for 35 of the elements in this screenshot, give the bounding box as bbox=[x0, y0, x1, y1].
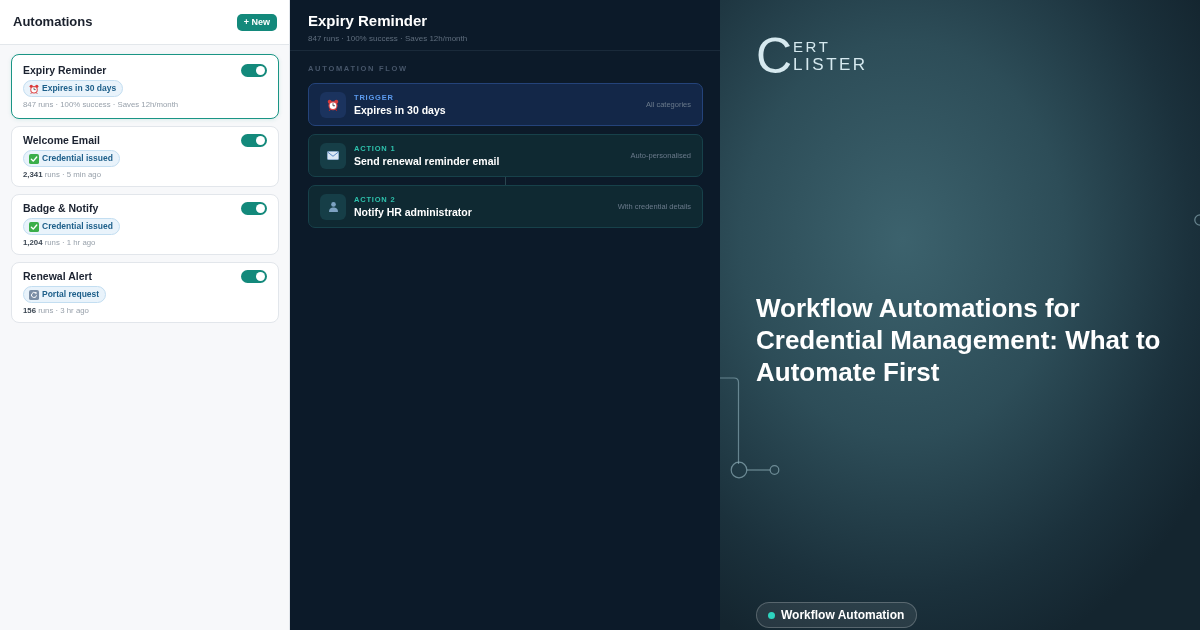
toggle-switch[interactable] bbox=[241, 133, 267, 147]
hero-title: Workflow Automations for Credential Management: What to Automate First bbox=[756, 292, 1161, 388]
step-title: Send renewal reminder email bbox=[354, 154, 500, 168]
tag-label: Credential issued bbox=[42, 221, 113, 232]
circuit-connector-drawing bbox=[730, 461, 780, 479]
tag-label: Portal request bbox=[42, 289, 100, 300]
tag-label: Credential issued bbox=[42, 153, 113, 164]
automation-title: Expiry Reminder bbox=[308, 12, 428, 30]
automation-name: Badge & Notify bbox=[23, 201, 99, 215]
person-icon bbox=[320, 193, 346, 220]
logo-letter: C bbox=[756, 34, 793, 78]
new-button[interactable]: + New bbox=[236, 13, 277, 31]
toggle-switch[interactable] bbox=[241, 269, 267, 283]
logo-lower-text: LISTER bbox=[793, 55, 868, 74]
sidebar-title: Automations bbox=[13, 14, 93, 29]
envelope-icon bbox=[320, 142, 346, 169]
check-box-icon bbox=[29, 153, 39, 164]
logo-upper-text: ERT bbox=[793, 38, 832, 55]
step-title: Expires in 30 days bbox=[354, 103, 446, 117]
automation-stats: 847 runs · 100% success · Saves 12h/month bbox=[308, 33, 468, 44]
automation-name: Welcome Email bbox=[23, 133, 100, 147]
circuit-ring-drawing bbox=[1192, 214, 1200, 226]
toggle-switch[interactable] bbox=[241, 201, 267, 215]
status-dot-icon bbox=[768, 611, 775, 619]
refresh-icon bbox=[29, 289, 39, 300]
alarm-clock-icon bbox=[320, 91, 346, 118]
step-title: Notify HR administrator bbox=[354, 205, 472, 219]
connector-line bbox=[505, 177, 506, 185]
alarm-clock-icon bbox=[29, 83, 39, 94]
tag-label: Expires in 30 days bbox=[42, 83, 117, 94]
badge-label: Workflow Automation bbox=[781, 608, 905, 622]
toggle-switch[interactable] bbox=[241, 63, 267, 77]
automation-name: Renewal Alert bbox=[23, 269, 93, 283]
automation-name: Expiry Reminder bbox=[23, 63, 107, 77]
check-box-icon bbox=[29, 221, 39, 232]
